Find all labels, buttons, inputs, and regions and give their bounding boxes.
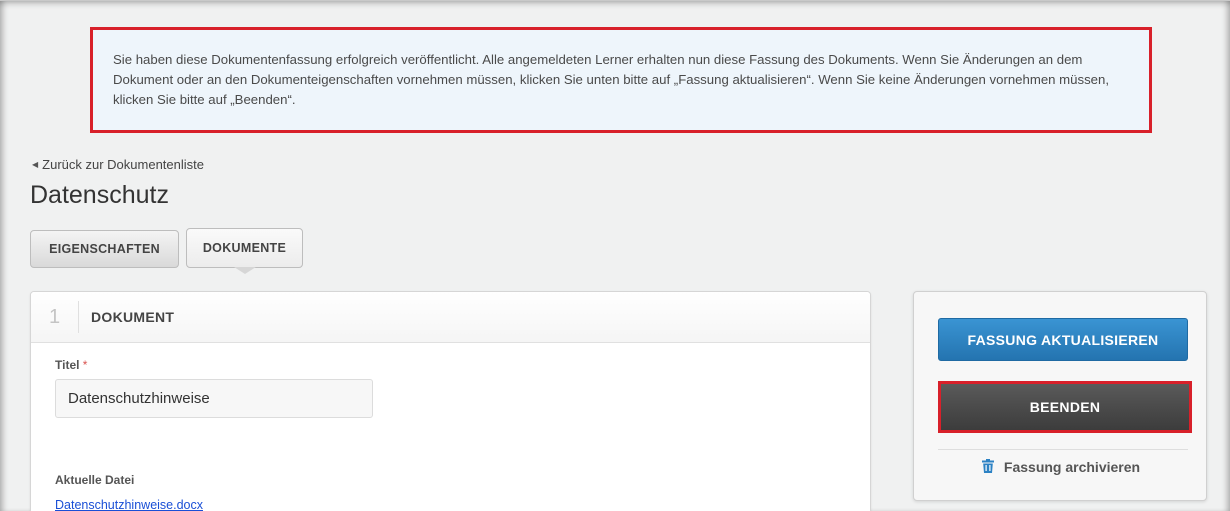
finish-button-highlight: BEENDEN [938,381,1192,433]
tab-eigenschaften[interactable]: EIGENSCHAFTEN [30,230,179,268]
triangle-left-icon: ◀ [32,160,39,169]
title-field-label: Titel * [55,358,87,372]
section-number: 1 [31,301,79,333]
required-marker: * [82,358,88,372]
title-label-text: Titel [55,358,80,372]
tab-dokumente[interactable]: DOKUMENTE [186,228,303,268]
archive-version-link[interactable]: Fassung archivieren [914,459,1208,476]
success-notice: Sie haben diese Dokumentenfassung erfolg… [90,27,1152,133]
update-version-button[interactable]: FASSUNG AKTUALISIEREN [938,318,1188,361]
document-card-header: 1 DOKUMENT [31,292,870,343]
document-card: 1 DOKUMENT Titel * Aktuelle Datei Datens… [30,291,871,511]
archive-label: Fassung archivieren [1003,459,1141,475]
current-file-link[interactable]: Datenschutzhinweise.docx [55,498,203,511]
actions-panel: FASSUNG AKTUALISIEREN BEENDEN Fassung ar… [913,291,1207,501]
app-frame: Sie haben diese Dokumentenfassung erfolg… [0,0,1230,511]
finish-button[interactable]: BEENDEN [941,384,1189,430]
active-tab-caret [234,267,256,274]
back-to-document-list-link[interactable]: ◀ Zurück zur Dokumentenliste [32,157,204,172]
trash-icon [981,459,994,476]
current-file-label: Aktuelle Datei [55,473,135,487]
notice-text: Sie haben diese Dokumentenfassung erfolg… [113,52,1109,107]
divider [938,449,1188,450]
section-title: DOKUMENT [91,309,175,325]
back-link-label: Zurück zur Dokumentenliste [42,157,204,172]
page-title: Datenschutz [30,181,169,209]
title-input[interactable] [55,379,373,418]
